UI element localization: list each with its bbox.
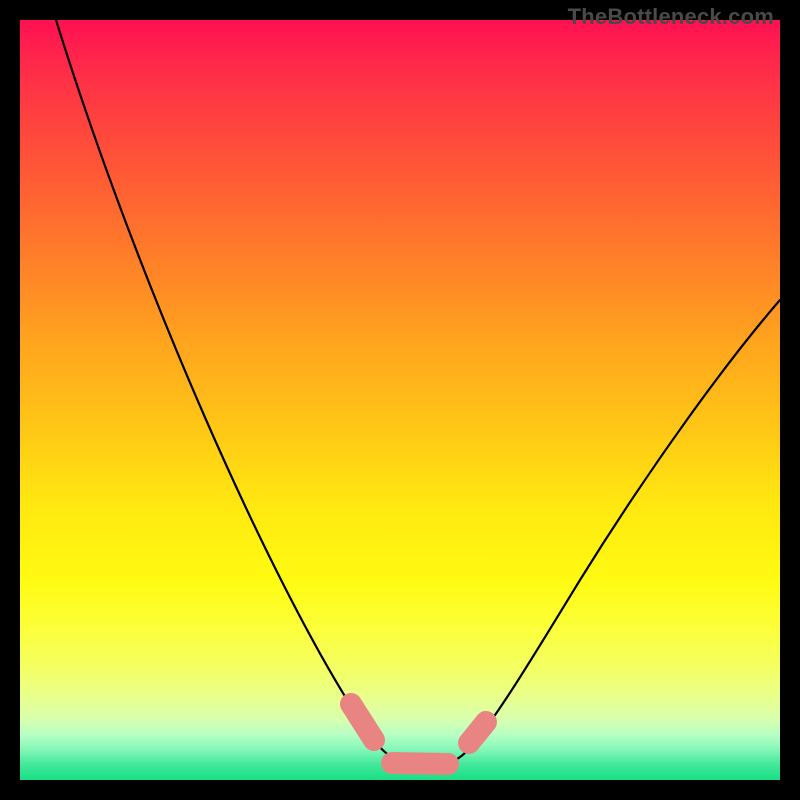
valley-marker-left — [351, 704, 374, 740]
valley-marker-right — [469, 722, 486, 743]
bottleneck-curve — [20, 20, 780, 780]
plot-area — [20, 20, 780, 780]
watermark-text: TheBottleneck.com — [568, 4, 774, 30]
curve-path — [56, 20, 780, 767]
chart-frame: TheBottleneck.com — [0, 0, 800, 800]
valley-marker-bottom — [392, 763, 448, 764]
